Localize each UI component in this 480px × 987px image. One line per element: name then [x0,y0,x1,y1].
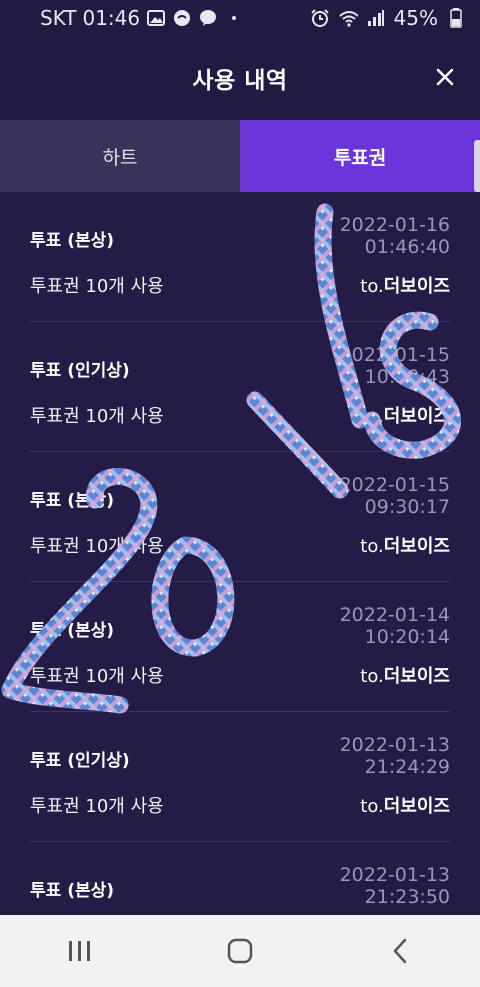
list-item: 투표 (본상) 투표권 10개 사용 2022-01-14 10:20:14 to… [30,582,450,712]
usage-text: 투표권 10개 사용 [30,536,164,557]
recent-apps-icon[interactable] [50,926,110,976]
usage-text: 투표권 10개 사용 [30,666,164,687]
battery-icon [446,8,466,28]
dot-icon [224,8,244,28]
vote-target: to.더보이즈 [360,406,450,427]
timestamp: 2022-01-13 21:23:50 [339,864,450,908]
list-item: 투표 (본상) 투표권 10개 사용 2022-01-16 01:46:40 to… [30,192,450,322]
list-item: 투표 (인기상) 투표권 10개 사용 2022-01-13 21:24:29 t… [30,712,450,842]
header: 사용 내역 [0,36,480,120]
list-item: 투표 (본상) 2022-01-13 21:23:50 [30,842,450,915]
carrier-label: SKT [40,6,77,30]
page-title: 사용 내역 [192,68,288,94]
tab-bar: 하트 투표권 [0,120,480,192]
usage-text: 투표권 10개 사용 [30,276,164,297]
vote-type: 투표 (인기상) [30,751,130,771]
battery-percent: 45% [393,6,438,30]
timestamp: 2022-01-15 09:30:17 [339,474,450,518]
list-item: 투표 (본상) 투표권 10개 사용 2022-01-15 09:30:17 to… [30,452,450,582]
clock: 01:46 [82,6,141,30]
list-item: 투표 (인기상) 투표권 10개 사용 2022-01-15 10:30:43 t… [30,322,450,452]
navigation-bar [0,915,480,987]
vote-type: 투표 (본상) [30,231,115,251]
vote-type: 투표 (본상) [30,621,115,641]
vote-type: 투표 (인기상) [30,361,130,381]
usage-text: 투표권 10개 사용 [30,406,164,427]
chat-icon [198,8,218,28]
gallery-icon [146,8,166,28]
timestamp: 2022-01-13 21:24:29 [339,734,450,778]
tab-vote-tickets[interactable]: 투표권 [240,120,480,192]
scroll-indicator[interactable] [474,140,480,192]
history-list: 투표 (본상) 투표권 10개 사용 2022-01-16 01:46:40 to… [0,192,480,915]
alarm-icon [310,8,330,28]
back-icon[interactable] [370,926,430,976]
tab-hearts[interactable]: 하트 [0,120,240,192]
wifi-icon [338,8,358,28]
status-bar: SKT 01:46 45% [0,0,480,36]
signal-icon [366,8,386,28]
timestamp: 2022-01-14 10:20:14 [339,604,450,648]
close-icon[interactable] [432,64,458,90]
vote-target: to.더보이즈 [360,666,450,687]
home-icon[interactable] [210,926,270,976]
usage-text: 투표권 10개 사용 [30,796,164,817]
vote-target: to.더보이즈 [360,536,450,557]
messenger-icon [172,8,192,28]
vote-target: to.더보이즈 [360,796,450,817]
vote-target: to.더보이즈 [360,276,450,297]
timestamp: 2022-01-15 10:30:43 [339,344,450,388]
vote-type: 투표 (본상) [30,491,115,511]
timestamp: 2022-01-16 01:46:40 [339,214,450,258]
vote-type: 투표 (본상) [30,881,115,901]
